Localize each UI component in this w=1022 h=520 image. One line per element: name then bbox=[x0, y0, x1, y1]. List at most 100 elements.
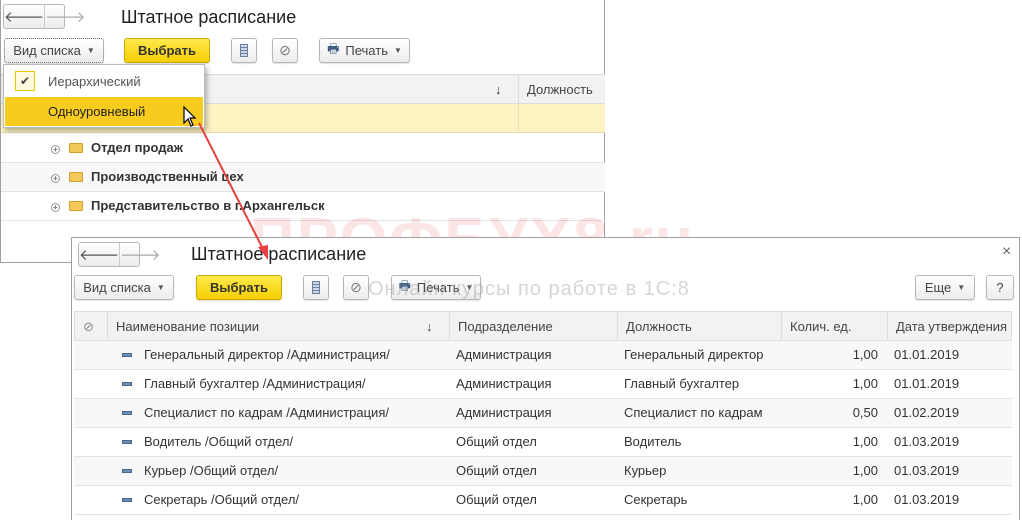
forward-arrow-icon[interactable]: 🡒 bbox=[119, 243, 160, 266]
cell-position: Курьер bbox=[624, 463, 667, 478]
cell-quantity: 1,00 bbox=[852, 492, 878, 507]
view-list-button[interactable]: Вид списка ▼ bbox=[74, 275, 174, 300]
cell-department: Общий отдел bbox=[456, 492, 537, 507]
cell-quantity: 1,00 bbox=[852, 434, 878, 449]
cell-name: Секретарь /Общий отдел/ bbox=[144, 492, 300, 507]
attachment-button[interactable]: ⊘ bbox=[343, 275, 369, 300]
chevron-down-icon: ▼ bbox=[957, 283, 966, 292]
cell-department: Администрация bbox=[456, 405, 552, 420]
group-row[interactable]: + Производственный цех bbox=[1, 163, 605, 192]
select-button[interactable]: Выбрать bbox=[196, 275, 282, 300]
item-icon bbox=[122, 469, 132, 473]
cell-quantity: 0,50 bbox=[852, 405, 878, 420]
cell-department: Общий отдел bbox=[456, 434, 537, 449]
item-icon bbox=[122, 411, 132, 415]
view-mode-dropdown: ✔ Иерархический Одноуровневый bbox=[3, 64, 205, 128]
list-icon bbox=[240, 44, 248, 57]
expand-icon[interactable]: + bbox=[51, 203, 60, 212]
item-icon bbox=[122, 353, 132, 357]
watermark-tagline: Онлайн курсы по работе в 1С:8 bbox=[368, 278, 690, 300]
table-row[interactable]: Секретарь /Общий отдел/ Общий отдел Секр… bbox=[74, 486, 1012, 515]
nav-buttons: 🡐 🡒 bbox=[78, 242, 160, 267]
sort-arrow[interactable]: ↓ bbox=[495, 82, 502, 97]
menu-item-label: Иерархический bbox=[48, 74, 141, 89]
item-icon bbox=[122, 382, 132, 386]
column-header-name[interactable]: Наименование позиции ↓ bbox=[107, 312, 449, 341]
menu-item-hierarchical[interactable]: ✔ Иерархический bbox=[4, 67, 204, 95]
item-icon bbox=[122, 440, 132, 444]
cell-position: Водитель bbox=[624, 434, 682, 449]
cell-department: Администрация bbox=[456, 376, 552, 391]
paperclip-icon: ⊘ bbox=[350, 279, 362, 295]
attachment-button[interactable]: ⊘ bbox=[272, 38, 298, 63]
print-label: Печать bbox=[345, 43, 388, 58]
sort-arrow: ↓ bbox=[426, 319, 433, 334]
cell-date: 01.01.2019 bbox=[894, 376, 960, 391]
menu-item-single-level[interactable]: Одноуровневый bbox=[5, 97, 203, 126]
cell-date: 01.01.2019 bbox=[894, 347, 960, 362]
view-list-label: Вид списка bbox=[83, 280, 151, 295]
back-arrow-icon[interactable]: 🡐 bbox=[79, 243, 119, 266]
print-button[interactable]: 🖶 Печать ▼ bbox=[319, 38, 410, 63]
cell-position: Специалист по кадрам bbox=[624, 405, 763, 420]
cell-date: 01.03.2019 bbox=[894, 434, 960, 449]
column-header-quantity[interactable]: Колич. ед. bbox=[781, 312, 887, 341]
attachment-column-icon[interactable]: ⊘ bbox=[75, 312, 107, 341]
more-label: Еще bbox=[924, 280, 952, 295]
chevron-down-icon: ▼ bbox=[156, 283, 165, 292]
menu-item-label: Одноуровневый bbox=[48, 104, 146, 119]
table-row[interactable]: Генеральный директор /Администрация/ Адм… bbox=[74, 341, 1012, 370]
cell-department: Общий отдел bbox=[456, 463, 537, 478]
table-row[interactable]: Курьер /Общий отдел/ Общий отдел Курьер … bbox=[74, 457, 1012, 486]
folder-icon bbox=[69, 201, 83, 211]
cell-date: 01.02.2019 bbox=[894, 405, 960, 420]
cell-date: 01.03.2019 bbox=[894, 492, 960, 507]
cell-name: Водитель /Общий отдел/ bbox=[144, 434, 294, 449]
cell-quantity: 1,00 bbox=[852, 347, 878, 362]
select-button[interactable]: Выбрать bbox=[124, 38, 210, 63]
cell-position: Секретарь bbox=[624, 492, 688, 507]
column-name-label: Наименование позиции bbox=[116, 319, 260, 334]
cell-date: 01.03.2019 bbox=[894, 463, 960, 478]
help-button[interactable]: ? bbox=[986, 275, 1014, 300]
view-list-label: Вид списка bbox=[13, 43, 81, 58]
more-button[interactable]: Еще ▼ bbox=[915, 275, 975, 300]
table-header: ⊘ Наименование позиции ↓ Подразделение До… bbox=[74, 311, 1012, 341]
folder-icon bbox=[69, 143, 83, 153]
cell-position: Генеральный директор bbox=[624, 347, 764, 362]
expand-icon[interactable]: + bbox=[51, 145, 60, 154]
close-icon[interactable]: × bbox=[1002, 243, 1011, 261]
list-settings-button[interactable] bbox=[303, 275, 329, 300]
chevron-down-icon: ▼ bbox=[86, 46, 95, 55]
cell-name: Специалист по кадрам /Администрация/ bbox=[144, 405, 389, 420]
table-row[interactable]: Водитель /Общий отдел/ Общий отдел Водит… bbox=[74, 428, 1012, 457]
item-icon bbox=[122, 498, 132, 502]
table-row[interactable]: Главный бухгалтер /Администрация/ Админи… bbox=[74, 370, 1012, 399]
view-list-button[interactable]: Вид списка ▼ bbox=[4, 38, 104, 63]
cell-name: Курьер /Общий отдел/ bbox=[144, 463, 279, 478]
list-settings-button[interactable] bbox=[231, 38, 257, 63]
column-header-position[interactable]: Должность bbox=[518, 75, 606, 104]
expand-icon[interactable]: + bbox=[51, 174, 60, 183]
page-title: Штатное расписание bbox=[121, 7, 297, 27]
group-name: Отдел продаж bbox=[91, 140, 183, 155]
printer-icon: 🖶 bbox=[327, 40, 340, 56]
column-header-date[interactable]: Дата утверждения bbox=[887, 312, 1013, 341]
nav-buttons: 🡐 🡒 bbox=[3, 4, 85, 29]
cell-department: Администрация bbox=[456, 347, 552, 362]
column-header-position[interactable]: Должность bbox=[617, 312, 781, 341]
cell-name: Генеральный директор /Администрация/ bbox=[144, 347, 390, 362]
pointer-arrow bbox=[198, 122, 268, 260]
forward-arrow-icon[interactable]: 🡒 bbox=[44, 5, 85, 28]
back-arrow-icon[interactable]: 🡐 bbox=[4, 5, 44, 28]
chevron-down-icon: ▼ bbox=[393, 46, 402, 55]
cell-quantity: 1,00 bbox=[852, 463, 878, 478]
front-window: 🡐 🡒 Штатное расписание × Вид списка ▼ Выбр… bbox=[71, 237, 1020, 520]
list-icon bbox=[312, 281, 320, 294]
folder-icon bbox=[69, 172, 83, 182]
table-row[interactable]: Специалист по кадрам /Администрация/ Адм… bbox=[74, 399, 1012, 428]
cell-quantity: 1,00 bbox=[852, 376, 878, 391]
cell-position: Главный бухгалтер bbox=[624, 376, 740, 391]
column-header-department[interactable]: Подразделение bbox=[449, 312, 617, 341]
group-row[interactable]: + Отдел продаж bbox=[1, 134, 605, 163]
